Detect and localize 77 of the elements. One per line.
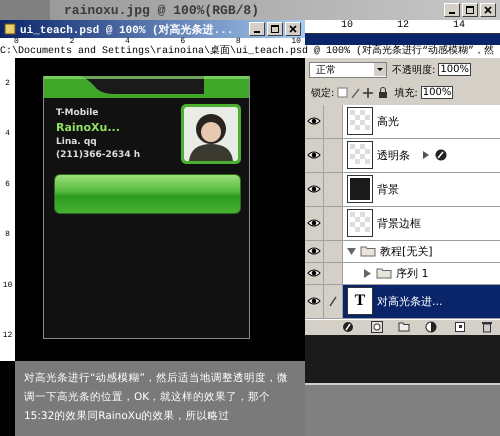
ruler-mark: 6 (180, 38, 186, 45)
minimize-button[interactable] (444, 3, 460, 17)
close-icon (484, 6, 492, 14)
mask-icon[interactable] (371, 321, 384, 334)
eye-icon[interactable] (307, 184, 321, 194)
ruler-mark: 4 (124, 38, 130, 45)
maximize-icon (466, 6, 474, 14)
eye-icon[interactable] (307, 268, 321, 278)
eye-icon[interactable] (307, 116, 321, 126)
layer-name: 背景边框 (377, 216, 421, 231)
caption-text: 对高光条进行“动感模糊”，然后适当地调整透明度，微调一下高光条的位置，OK，就这样的效果了，那个15:32的效果同RainoXu的效果，所以略过 (15, 361, 305, 436)
ruler-mark: 2 (5, 78, 10, 88)
trash-icon[interactable] (480, 321, 493, 334)
layer-row[interactable]: 高光 (305, 104, 500, 139)
layer-thumbnail (347, 107, 373, 136)
blend-mode-dropdown[interactable]: 正常 (309, 62, 387, 78)
ruler-mark: 12 (397, 20, 410, 33)
folder-icon (360, 245, 376, 258)
close-icon (289, 25, 297, 33)
caret-icon (374, 63, 386, 76)
close-button[interactable] (285, 22, 301, 36)
opacity-field[interactable]: 100% (438, 63, 471, 76)
maximize-button[interactable] (462, 3, 478, 17)
ruler-mark: 8 (236, 38, 241, 45)
eye-icon[interactable] (307, 246, 321, 256)
layer-name: 透明条 (377, 148, 410, 163)
layer-row[interactable]: 透明条 (305, 138, 500, 173)
carrier-name: T-Mobile (56, 108, 100, 118)
ruler-mark: 6 (5, 180, 10, 189)
ruler-mark: 8 (5, 230, 10, 240)
ruler-mark: 12 (2, 331, 12, 340)
layer-row[interactable]: 教程[无关] (305, 240, 500, 263)
lock-label: 锁定: (311, 86, 334, 100)
ruler-mark: 14 (453, 20, 466, 33)
text-layer-thumbnail: T (347, 287, 373, 316)
maximize-button[interactable] (267, 22, 283, 36)
contact-note: Lina. qq (56, 137, 98, 147)
ruler-mark: 4 (5, 129, 10, 138)
expand-arrow-icon[interactable] (363, 268, 372, 278)
eye-icon[interactable] (307, 218, 321, 228)
eye-icon[interactable] (307, 296, 321, 306)
layer-row[interactable]: 背景 (305, 172, 500, 207)
minimize-button[interactable] (249, 22, 265, 36)
layer-thumbnail (347, 175, 373, 204)
contact-name: RainoXu... (56, 121, 121, 134)
layer-thumbnail (347, 141, 373, 170)
ruler-mark: 2 (69, 38, 74, 45)
expand-arrow-icon[interactable] (347, 246, 356, 256)
folder-icon (376, 267, 392, 280)
fill-field[interactable]: 100% (420, 86, 454, 100)
document-icon (4, 23, 16, 35)
layer-name: 背景 (377, 182, 399, 197)
layer-name: 高光 (377, 114, 399, 129)
brush-icon (328, 295, 338, 308)
layer-name: 教程[无关] (380, 244, 433, 259)
eye-icon[interactable] (307, 150, 321, 160)
layer-name: 序列 1 (396, 266, 428, 281)
layer-name: 对高光条进... (377, 294, 442, 309)
opacity-label: 不透明度: (392, 64, 436, 77)
window-title: ui_teach.psd @ 100% (对高光条进... (20, 22, 234, 36)
maximize-icon (271, 25, 279, 33)
wide-button[interactable] (54, 174, 241, 214)
ruler-mark: 10 (341, 20, 354, 33)
ruler-mark: 10 (2, 280, 12, 290)
new-layer-icon[interactable] (454, 321, 466, 334)
phone-number: (211)366-2634 h (56, 150, 140, 160)
ruler-mark: 0 (14, 38, 19, 45)
layer-row[interactable]: T 对高光条进... (305, 284, 500, 319)
ruler-mark: 10 (291, 38, 301, 45)
lock-options-drawing[interactable] (337, 86, 390, 99)
adjustment-icon[interactable] (424, 321, 439, 334)
close-button[interactable] (480, 3, 496, 17)
layer-row[interactable]: 序列 1 (305, 262, 500, 285)
layer-thumbnail (347, 209, 373, 238)
layer-row[interactable]: 背景边框 (305, 206, 500, 241)
window-title: rainoxu.jpg @ 100%(RGB/8) (64, 2, 260, 18)
fill-label: 填充: (394, 86, 418, 100)
